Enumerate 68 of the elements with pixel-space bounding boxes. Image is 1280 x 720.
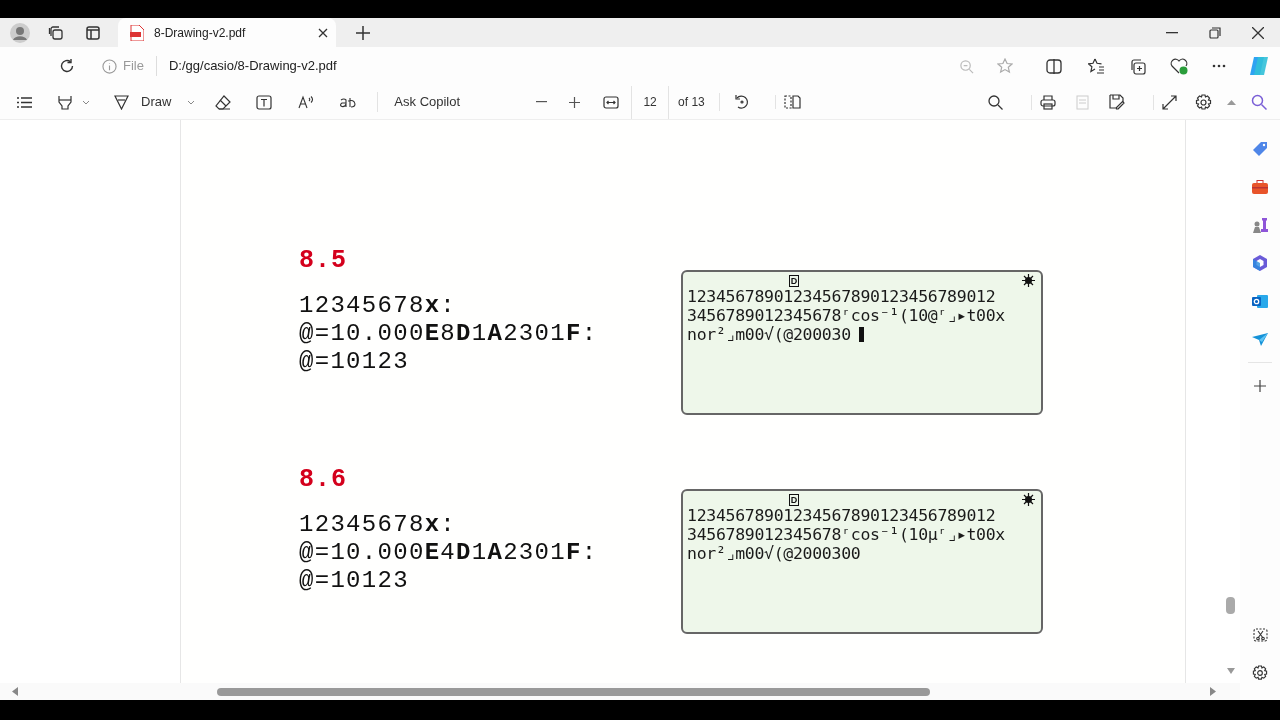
restore-icon[interactable]: [1209, 26, 1221, 39]
translate-icon[interactable]: [339, 95, 358, 109]
workspaces-icon[interactable]: [48, 24, 64, 41]
horizontal-scrollbar[interactable]: [217, 688, 930, 696]
info-icon[interactable]: [102, 58, 117, 74]
browser-tab[interactable]: 8-Drawing-v2.pdf: [118, 18, 336, 47]
page-view-icon[interactable]: [774, 95, 801, 109]
program-line: @=10.000E8D1A2301F:: [299, 319, 598, 348]
program-line: @=10123: [299, 347, 409, 376]
section-heading: 8.6: [299, 464, 347, 496]
tab-title: 8-Drawing-v2.pdf: [154, 24, 247, 42]
ask-copilot-button[interactable]: Ask Copilot: [377, 92, 461, 112]
vertical-scrollbar[interactable]: [1226, 597, 1235, 614]
highlight-icon[interactable]: [58, 94, 72, 110]
scroll-down-icon[interactable]: [1227, 668, 1235, 674]
program-line: 12345678x:: [299, 291, 457, 320]
zoom-in-icon[interactable]: [569, 96, 581, 108]
save-as-icon[interactable]: [1109, 94, 1125, 110]
mode-indicator: D: [788, 493, 800, 506]
screen-line: 12345678901234567890123456789012: [687, 287, 996, 306]
tab-actions-icon[interactable]: [86, 25, 100, 40]
star-icon[interactable]: [997, 58, 1013, 74]
favorites-icon[interactable]: [1088, 58, 1105, 74]
pen-icon: [114, 94, 129, 110]
fullscreen-icon[interactable]: [1153, 94, 1177, 110]
program-line: @=10123: [299, 566, 409, 595]
collapse-icon[interactable]: [1227, 99, 1236, 105]
section-heading: 8.5: [299, 245, 347, 277]
copilot-icon[interactable]: [1248, 55, 1270, 77]
print-icon[interactable]: [1031, 94, 1056, 110]
caret-icon[interactable]: [187, 99, 196, 105]
mode-indicator: D: [788, 274, 800, 287]
collections-icon[interactable]: [1129, 57, 1146, 75]
search-icon[interactable]: [988, 94, 1003, 110]
scroll-left-icon[interactable]: [12, 687, 18, 696]
sun-icon: [1022, 274, 1035, 287]
scroll-right-icon[interactable]: [1210, 687, 1216, 696]
close-tab-icon[interactable]: [318, 27, 328, 38]
screen-line: nor²⌟m00√(@200030: [687, 325, 851, 344]
page-count: of 13: [678, 93, 720, 111]
reload-icon[interactable]: [59, 58, 75, 74]
settings-icon[interactable]: [1195, 93, 1212, 111]
eraser-icon[interactable]: [215, 94, 232, 110]
caret-icon[interactable]: [82, 99, 90, 105]
health-icon[interactable]: [1170, 57, 1188, 75]
screen-line: nor²⌟m00√(@2000300: [687, 544, 861, 563]
screen-line: 12345678901234567890123456789012: [687, 506, 996, 525]
more-icon[interactable]: [1212, 64, 1226, 68]
screen-line: 3456789012345678ʳcos⁻¹(10@ʳ⌟▸t00x: [687, 306, 1005, 325]
split-screen-icon[interactable]: [1046, 58, 1062, 74]
page-number-field[interactable]: 12: [631, 85, 670, 119]
scheme-label: File: [123, 56, 157, 76]
program-line: 12345678x:: [299, 510, 457, 539]
program-line: @=10.000E4D1A2301F:: [299, 538, 598, 567]
sun-icon: [1022, 493, 1035, 506]
text-box-icon[interactable]: [256, 94, 273, 110]
close-window-icon[interactable]: [1252, 26, 1264, 39]
profile-icon[interactable]: [10, 22, 30, 43]
draw-button[interactable]: Draw: [114, 92, 172, 112]
screen-line: 3456789012345678ʳcos⁻¹(10µʳ⌟▸t00x: [687, 525, 1005, 544]
rotate-icon[interactable]: [733, 94, 750, 110]
new-tab-icon[interactable]: [356, 25, 370, 40]
contents-icon[interactable]: [17, 96, 32, 108]
fit-width-icon[interactable]: [603, 95, 620, 109]
address-field[interactable]: D:/gg/casio/8-Drawing-v2.pdf: [168, 56, 337, 76]
minimize-icon[interactable]: [1166, 31, 1178, 34]
read-aloud-icon[interactable]: [298, 95, 315, 109]
pdf-file-icon: [130, 24, 144, 41]
